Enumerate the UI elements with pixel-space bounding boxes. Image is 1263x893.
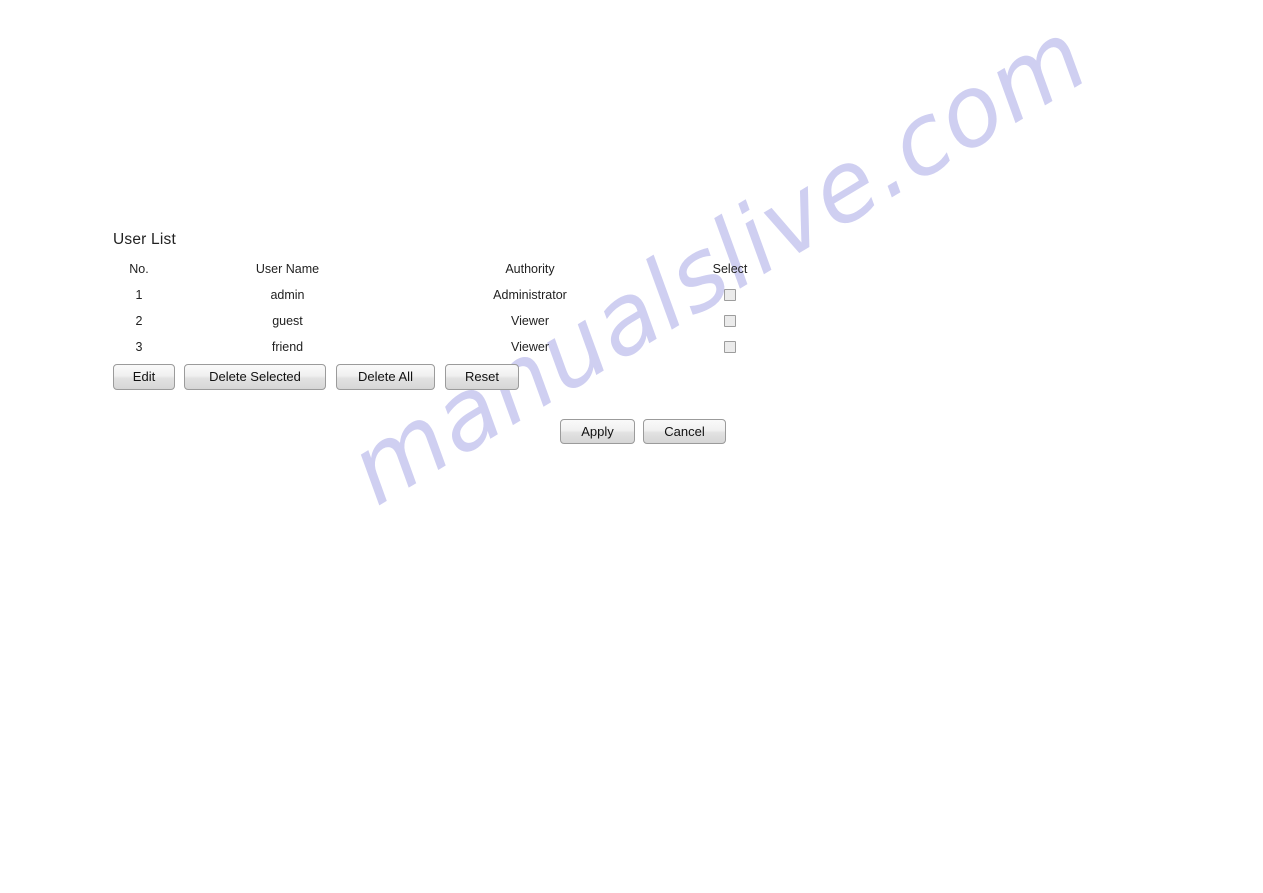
cancel-button[interactable]: Cancel — [643, 419, 726, 444]
column-header-user-name: User Name — [255, 262, 320, 276]
cell-select — [650, 282, 810, 308]
page-title: User List — [113, 231, 176, 248]
row-select-checkbox[interactable] — [724, 288, 736, 301]
table-row: 2 guest Viewer — [113, 308, 810, 334]
apply-button[interactable]: Apply — [560, 419, 635, 444]
row-select-checkbox[interactable] — [724, 314, 736, 327]
cell-no: 3 — [135, 340, 143, 354]
cell-authority: Viewer — [511, 314, 549, 328]
cell-authority: Administrator — [493, 288, 567, 302]
cell-no: 1 — [135, 288, 143, 302]
cell-no: 2 — [135, 314, 143, 328]
table-row: 1 admin Administrator — [113, 282, 810, 308]
cell-authority: Viewer — [511, 340, 549, 354]
reset-button[interactable]: Reset — [445, 364, 519, 390]
user-list-page: User List No. User Name Authority Select… — [0, 0, 1263, 893]
cell-user-name: friend — [271, 340, 304, 354]
cell-select — [650, 308, 810, 334]
cell-select — [650, 334, 810, 360]
cell-user-name: guest — [272, 314, 303, 328]
column-header-select: Select — [712, 262, 748, 276]
cell-user-name: admin — [270, 288, 305, 302]
table-header-row: No. User Name Authority Select — [113, 256, 810, 282]
edit-button[interactable]: Edit — [113, 364, 175, 390]
row-select-checkbox[interactable] — [724, 340, 736, 353]
column-header-no: No. — [129, 262, 149, 276]
table-row: 3 friend Viewer — [113, 334, 810, 360]
column-header-authority: Authority — [505, 262, 555, 276]
delete-all-button[interactable]: Delete All — [336, 364, 435, 390]
delete-selected-button[interactable]: Delete Selected — [184, 364, 326, 390]
user-list-table: No. User Name Authority Select 1 admin A… — [113, 256, 810, 360]
